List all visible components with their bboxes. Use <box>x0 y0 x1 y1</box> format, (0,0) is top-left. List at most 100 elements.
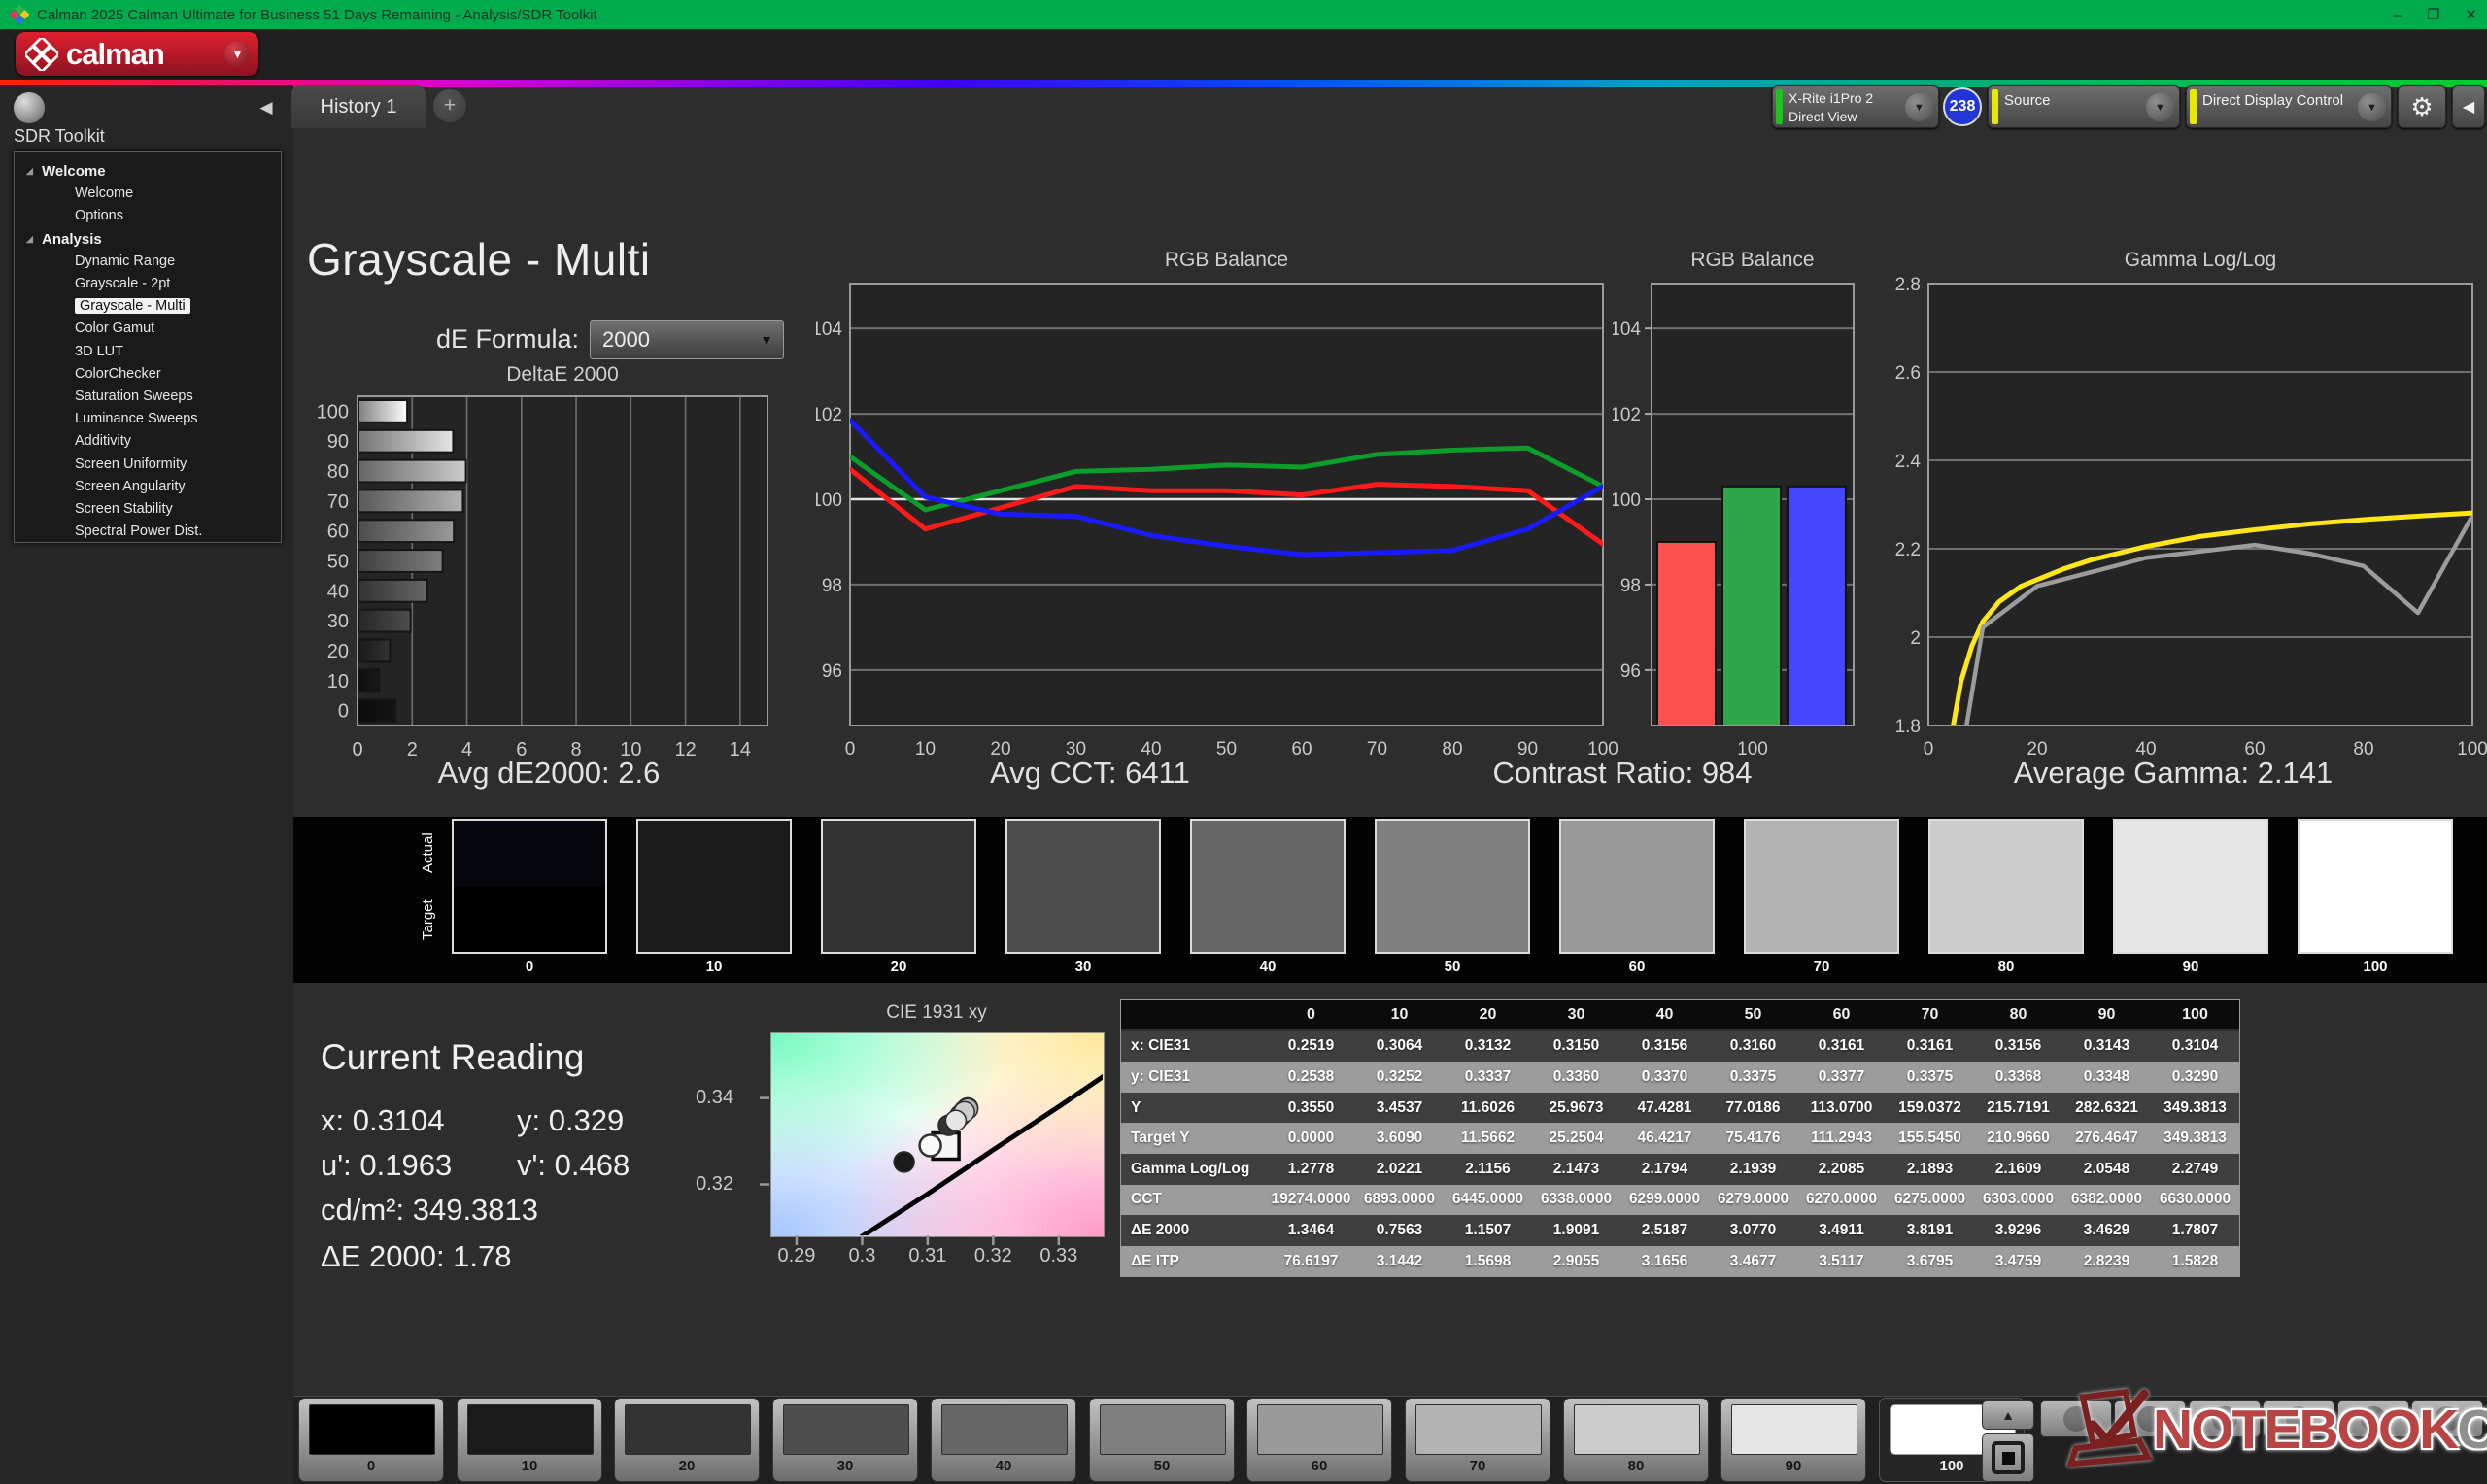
table-cell-e-2000-90: 3.4629 <box>2062 1215 2151 1246</box>
table-column-header-80: 80 <box>1974 1000 2062 1029</box>
table-cell-x-cie31-50: 0.3160 <box>1709 1030 1797 1062</box>
sidebar-item-grayscale-2pt[interactable]: Grayscale - 2pt <box>75 273 281 295</box>
tree-group-welcome[interactable]: ◢ Welcome <box>26 160 281 183</box>
sidebar-item-grayscale-multi[interactable]: Grayscale - Multi <box>75 295 281 318</box>
reading-luminance: cd/m²: 349.3813 <box>321 1193 539 1227</box>
sidebar-item-3d-lut[interactable]: 3D LUT <box>75 341 281 363</box>
sidebar-item-label: Options <box>75 208 123 224</box>
table-cell-y-100: 349.3813 <box>2151 1092 2239 1124</box>
svg-text:80: 80 <box>327 461 349 483</box>
sidebar-item-options[interactable]: Options <box>75 205 281 227</box>
nav-icon-button-3[interactable] <box>2188 1400 2261 1437</box>
pattern-swatch-60 <box>1257 1404 1383 1455</box>
table-cell-y-30: 25.9673 <box>1532 1092 1620 1124</box>
nav-icon-button-5[interactable] <box>2336 1400 2409 1437</box>
svg-text:30: 30 <box>1066 739 1086 759</box>
calman-menu-dropdown-icon[interactable]: ▼ <box>224 41 251 67</box>
display-control-dropdown-icon[interactable]: ▼ <box>2358 93 2386 121</box>
pattern-swatch-0 <box>309 1404 435 1455</box>
nav-icon-button-1[interactable] <box>2040 1400 2112 1437</box>
svg-text:10: 10 <box>327 671 349 692</box>
table-cell-gamma-log-log-80: 2.1609 <box>1974 1153 2062 1185</box>
panel-collapse-button[interactable]: ◀ <box>2452 85 2485 128</box>
pattern-level-button-10[interactable]: 10 <box>457 1398 602 1482</box>
sidebar-item-spectral-power-dist[interactable]: Spectral Power Dist. <box>75 521 281 543</box>
sidebar-item-colorchecker[interactable]: ColorChecker <box>75 363 281 386</box>
table-cell-target-y-10: 3.6090 <box>1355 1123 1444 1154</box>
pattern-swatch-40 <box>941 1404 1068 1455</box>
sidebar-item-screen-stability[interactable]: Screen Stability <box>75 498 281 521</box>
swatch-target <box>1377 886 1528 952</box>
pattern-level-button-70[interactable]: 70 <box>1405 1398 1550 1482</box>
sidebar-item-color-gamut[interactable]: Color Gamut <box>75 318 281 340</box>
svg-text:90: 90 <box>327 431 349 453</box>
sidebar-item-additivity[interactable]: Additivity <box>75 430 281 453</box>
table-cell-x-cie31-80: 0.3156 <box>1974 1030 2062 1062</box>
svg-text:12: 12 <box>674 739 696 760</box>
svg-text:40: 40 <box>1141 739 1161 759</box>
cie-y-tick-label: 0.34 <box>696 1086 733 1108</box>
source-button[interactable]: Source ▼ <box>1988 85 2180 128</box>
table-cell-gamma-log-log-70: 2.1893 <box>1886 1153 1974 1185</box>
rgb-balance-bar-chart: 96 98 100 102 104 100 <box>1613 283 1855 759</box>
sidebar-item-screen-angularity[interactable]: Screen Angularity <box>75 476 281 498</box>
pattern-level-button-20[interactable]: 20 <box>614 1398 760 1482</box>
de-formula-select[interactable]: 2000 ▼ <box>590 320 784 359</box>
pattern-level-button-30[interactable]: 30 <box>772 1398 918 1482</box>
add-tab-button[interactable]: + <box>433 89 466 122</box>
de-formula-dropdown-icon: ▼ <box>760 332 773 348</box>
close-icon[interactable]: ✕ <box>2465 6 2477 23</box>
sidebar-orb-button[interactable] <box>14 92 45 123</box>
swatch-actual <box>1561 821 1713 887</box>
sidebar-item-label: Color Gamut <box>75 320 155 337</box>
current-reading-heading: Current Reading <box>321 1037 585 1077</box>
svg-text:0: 0 <box>1924 739 1934 759</box>
sidebar-item-luminance-sweeps[interactable]: Luminance Sweeps <box>75 408 281 430</box>
nav-icon-button-2[interactable] <box>2114 1400 2187 1437</box>
grayscale-swatch-100 <box>2298 819 2453 954</box>
app-header <box>0 29 2487 87</box>
pattern-level-button-50[interactable]: 50 <box>1089 1398 1235 1482</box>
pattern-level-button-80[interactable]: 80 <box>1563 1398 1709 1482</box>
table-cell-gamma-log-log-50: 2.1939 <box>1709 1153 1797 1185</box>
svg-text:20: 20 <box>327 641 349 662</box>
table-cell-e-itp-10: 3.1442 <box>1355 1245 1444 1277</box>
sidebar-item-welcome[interactable]: Welcome <box>75 183 281 205</box>
sidebar-collapse-icon[interactable]: ◀ <box>251 92 282 123</box>
settings-button[interactable]: ⚙ <box>2398 85 2446 128</box>
minimize-icon[interactable]: – <box>2394 7 2402 23</box>
svg-text:2.2: 2.2 <box>1895 540 1921 560</box>
sidebar-item-saturation-sweeps[interactable]: Saturation Sweeps <box>75 386 281 408</box>
sidebar-item-label: Grayscale - 2pt <box>75 276 171 292</box>
stop-pattern-button[interactable] <box>1982 1433 2034 1482</box>
table-cell-gamma-log-log-40: 2.1794 <box>1620 1153 1709 1185</box>
pattern-level-button-60[interactable]: 60 <box>1246 1398 1392 1482</box>
swatch-target <box>2300 886 2451 952</box>
table-cell-target-y-40: 46.4217 <box>1620 1123 1709 1154</box>
grayscale-swatch-strip: Actual Target 0 10 20 30 40 50 60 70 80 90 100 <box>293 817 2487 983</box>
display-control-button[interactable]: Direct Display Control ▼ <box>2186 85 2392 128</box>
calman-menu-button[interactable]: calman ▼ <box>16 32 258 76</box>
sidebar-item-screen-uniformity[interactable]: Screen Uniformity <box>75 454 281 476</box>
svg-text:98: 98 <box>822 576 842 596</box>
table-cell-x-cie31-100: 0.3104 <box>2151 1030 2239 1062</box>
svg-text:2: 2 <box>1910 628 1921 649</box>
tree-group-analysis[interactable]: ◢ Analysis <box>26 228 281 251</box>
source-dropdown-icon[interactable]: ▼ <box>2146 93 2174 121</box>
bar-green <box>1721 485 1782 726</box>
pattern-level-button-40[interactable]: 40 <box>931 1398 1076 1482</box>
svg-text:2.4: 2.4 <box>1895 452 1922 472</box>
table-column-header-10: 10 <box>1355 1000 1444 1029</box>
svg-text:0: 0 <box>338 701 349 723</box>
pattern-level-button-0[interactable]: 0 <box>298 1398 444 1482</box>
sidebar-item-dynamic-range[interactable]: Dynamic Range <box>75 251 281 273</box>
maximize-icon[interactable]: ❐ <box>2427 6 2439 23</box>
nav-icon-button-4[interactable] <box>2263 1400 2335 1437</box>
nav-icon-button-6[interactable] <box>2411 1400 2483 1437</box>
meter-button[interactable]: X-Rite i1Pro 2 Direct View ▼ <box>1772 85 1939 128</box>
tab-history-1[interactable]: History 1 <box>291 85 426 128</box>
swatch-target <box>454 886 605 952</box>
pattern-level-button-90[interactable]: 90 <box>1720 1398 1866 1482</box>
scroll-up-button[interactable]: ▲ <box>1982 1400 2034 1430</box>
meter-dropdown-icon[interactable]: ▼ <box>1905 93 1933 121</box>
